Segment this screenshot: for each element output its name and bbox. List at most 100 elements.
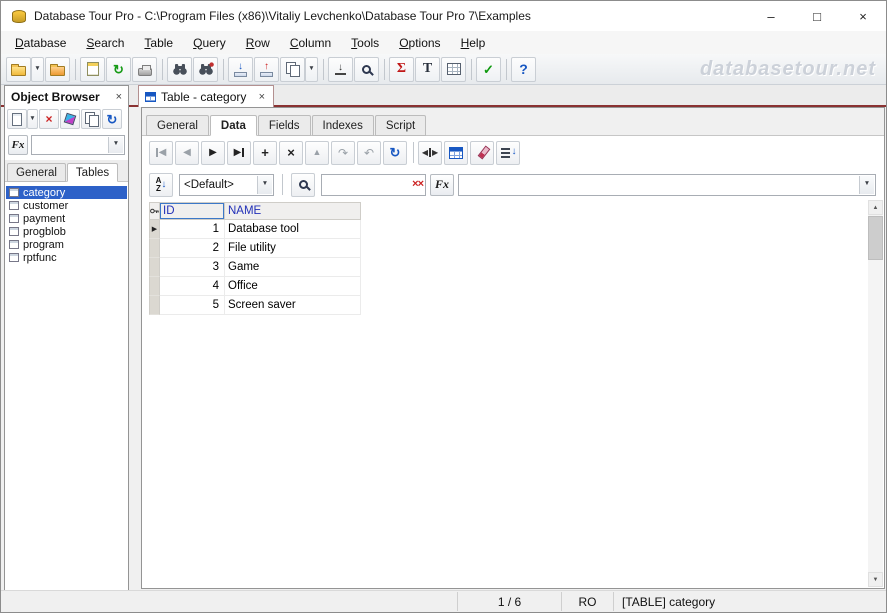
combo-dropdown-button[interactable]: ▼ bbox=[108, 137, 123, 153]
combo-dropdown-button[interactable]: ▼ bbox=[859, 176, 874, 194]
report-button[interactable] bbox=[80, 57, 105, 82]
grid-settings-button[interactable] bbox=[444, 141, 468, 165]
menu-search[interactable]: Search bbox=[76, 33, 134, 53]
tab-script[interactable]: Script bbox=[375, 115, 426, 136]
sort-order-combobox[interactable]: <Default> ▼ bbox=[179, 174, 274, 196]
combo-dropdown-button[interactable]: ▼ bbox=[257, 176, 272, 194]
scroll-up-button[interactable]: ▲ bbox=[868, 200, 883, 215]
list-item-customer[interactable]: customer bbox=[6, 199, 127, 212]
first-record-button[interactable]: ◀ bbox=[149, 141, 173, 165]
copy-button[interactable] bbox=[280, 57, 305, 82]
import-button[interactable]: ↓ bbox=[228, 57, 253, 82]
load-from-file-button[interactable]: ↓ bbox=[328, 57, 353, 82]
insert-record-button[interactable]: + bbox=[253, 141, 277, 165]
column-header-id[interactable]: ID bbox=[160, 202, 225, 220]
vertical-scrollbar[interactable]: ▲ ▼ bbox=[868, 200, 883, 587]
find-next-button[interactable] bbox=[193, 57, 218, 82]
refresh-records-button[interactable]: ↻ bbox=[383, 141, 407, 165]
preview-button[interactable] bbox=[354, 57, 379, 82]
cell-name[interactable]: Screen saver bbox=[225, 296, 361, 315]
sort-az-button[interactable]: AZ ↓ bbox=[149, 173, 173, 197]
menu-row[interactable]: Row bbox=[236, 33, 280, 53]
print-button[interactable] bbox=[132, 57, 157, 82]
tab-data[interactable]: Data bbox=[210, 115, 257, 136]
edit-record-button[interactable]: ▲ bbox=[305, 141, 329, 165]
new-object-dropdown[interactable]: ▼ bbox=[27, 109, 38, 129]
cancel-button[interactable]: ↶ bbox=[357, 141, 381, 165]
list-item-rptfunc[interactable]: rptfunc bbox=[6, 251, 127, 264]
scroll-down-button[interactable]: ▼ bbox=[868, 572, 883, 587]
cell-id[interactable]: 5 bbox=[160, 296, 225, 315]
filter-combobox[interactable]: ▼ bbox=[458, 174, 876, 196]
delete-object-button[interactable]: × bbox=[39, 109, 59, 129]
fit-columns-button[interactable]: ◀▶ bbox=[418, 141, 442, 165]
object-browser-tab[interactable]: Object Browser × bbox=[4, 85, 129, 107]
column-header-name[interactable]: NAME bbox=[225, 202, 361, 220]
table-row[interactable]: 3 Game bbox=[149, 258, 361, 277]
cell-id[interactable]: 4 bbox=[160, 277, 225, 296]
open-file-button[interactable] bbox=[45, 57, 70, 82]
next-record-button[interactable]: ▶ bbox=[201, 141, 225, 165]
maximize-button[interactable]: □ bbox=[794, 1, 840, 31]
menu-options[interactable]: Options bbox=[389, 33, 450, 53]
check-data-button[interactable]: ✓ bbox=[476, 57, 501, 82]
object-browser-close-icon[interactable]: × bbox=[114, 91, 124, 103]
database-window-button[interactable] bbox=[60, 109, 80, 129]
help-button[interactable]: ? bbox=[511, 57, 536, 82]
tab-tables[interactable]: Tables bbox=[67, 163, 118, 182]
cell-name[interactable]: Game bbox=[225, 258, 361, 277]
table-row[interactable]: 4 Office bbox=[149, 277, 361, 296]
refresh-objects-button[interactable]: ↻ bbox=[102, 109, 122, 129]
tab-general[interactable]: General bbox=[7, 163, 66, 182]
sort-records-button[interactable] bbox=[496, 141, 520, 165]
last-record-button[interactable]: ▶ bbox=[227, 141, 251, 165]
menu-database[interactable]: Database bbox=[5, 33, 76, 53]
title-bar[interactable]: Database Tour Pro - C:\Program Files (x8… bbox=[1, 1, 886, 31]
object-filter-button[interactable]: Fx bbox=[8, 135, 28, 155]
reopen-button[interactable]: ↻ bbox=[106, 57, 131, 82]
open-database-dropdown[interactable]: ▼ bbox=[31, 57, 44, 82]
document-tab-close-icon[interactable]: × bbox=[257, 91, 267, 103]
text-mode-button[interactable]: T bbox=[415, 57, 440, 82]
menu-column[interactable]: Column bbox=[280, 33, 341, 53]
memo-grid-button[interactable] bbox=[441, 57, 466, 82]
menu-help[interactable]: Help bbox=[451, 33, 496, 53]
new-object-button[interactable] bbox=[7, 109, 27, 129]
clear-search-icon[interactable]: ×× bbox=[412, 179, 423, 190]
locate-button[interactable] bbox=[291, 173, 315, 197]
minimize-button[interactable]: – bbox=[748, 1, 794, 31]
cell-id[interactable]: 1 bbox=[160, 220, 225, 239]
tab-indexes[interactable]: Indexes bbox=[312, 115, 374, 136]
scroll-thumb[interactable] bbox=[868, 216, 883, 260]
copy-object-button[interactable] bbox=[81, 109, 101, 129]
cell-id[interactable]: 2 bbox=[160, 239, 225, 258]
close-button[interactable]: × bbox=[840, 1, 886, 31]
cell-name[interactable]: Database tool bbox=[225, 220, 361, 239]
list-item-program[interactable]: program bbox=[6, 238, 127, 251]
table-row[interactable]: 5 Screen saver bbox=[149, 296, 361, 315]
tab-fields[interactable]: Fields bbox=[258, 115, 311, 136]
menu-tools[interactable]: Tools bbox=[341, 33, 389, 53]
post-button[interactable]: ↷ bbox=[331, 141, 355, 165]
list-item-category[interactable]: category bbox=[6, 186, 127, 199]
tab-general[interactable]: General bbox=[146, 115, 209, 136]
document-tab-table-category[interactable]: Table - category × bbox=[138, 85, 274, 107]
cell-id[interactable]: 3 bbox=[160, 258, 225, 277]
menu-table[interactable]: Table bbox=[134, 33, 183, 53]
copy-dropdown[interactable]: ▼ bbox=[305, 57, 318, 82]
table-row[interactable]: ▶ 1 Database tool bbox=[149, 220, 361, 239]
cell-name[interactable]: File utility bbox=[225, 239, 361, 258]
find-button[interactable] bbox=[167, 57, 192, 82]
menu-query[interactable]: Query bbox=[183, 33, 236, 53]
object-filter-combobox[interactable]: ▼ bbox=[31, 135, 125, 155]
list-item-payment[interactable]: payment bbox=[6, 212, 127, 225]
blob-editor-button[interactable] bbox=[470, 141, 494, 165]
delete-record-button[interactable]: × bbox=[279, 141, 303, 165]
prior-record-button[interactable]: ◀ bbox=[175, 141, 199, 165]
table-row[interactable]: 2 File utility bbox=[149, 239, 361, 258]
export-button[interactable]: ↑ bbox=[254, 57, 279, 82]
cell-name[interactable]: Office bbox=[225, 277, 361, 296]
aggregate-button[interactable]: Σ bbox=[389, 57, 414, 82]
open-database-button[interactable] bbox=[6, 57, 31, 82]
list-item-progblob[interactable]: progblob bbox=[6, 225, 127, 238]
